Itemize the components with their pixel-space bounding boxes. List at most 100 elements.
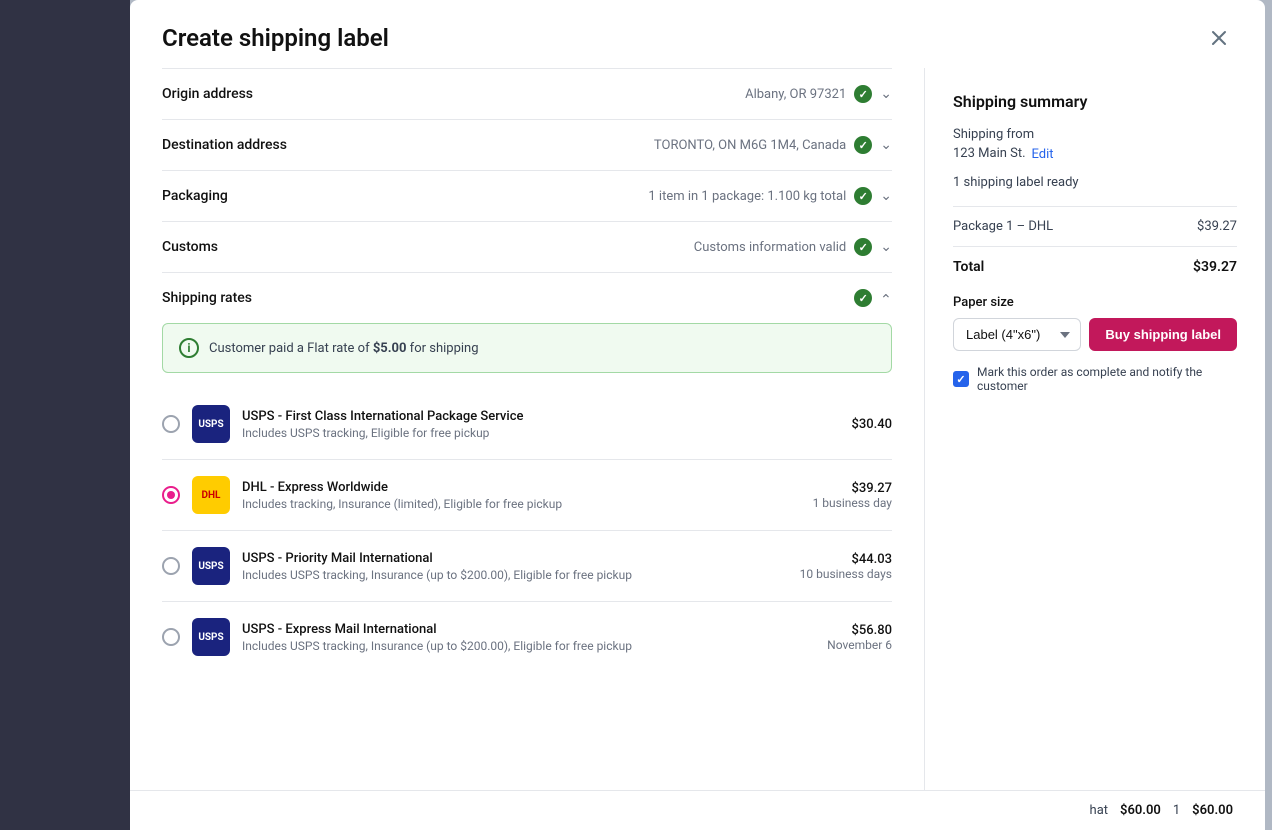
modal-body: Origin address Albany, OR 97321 ⌄ Destin…	[130, 68, 1265, 790]
carrier-logo-2: USPS	[192, 547, 230, 585]
bottom-price-2: $60.00	[1192, 803, 1233, 818]
carrier-logo-1: DHL	[192, 476, 230, 514]
rate-time-1: 1 business day	[813, 496, 892, 510]
rate-info-3: USPS - Express Mail International Include…	[242, 622, 815, 653]
rate-price-2: $44.03	[800, 552, 892, 567]
customs-check-icon	[854, 238, 872, 256]
shipping-rates-section: Shipping rates ⌄ i Customer paid a Flat …	[162, 272, 892, 672]
flat-rate-text: Customer paid a Flat rate of $5.00 for s…	[209, 341, 479, 356]
left-panel: Origin address Albany, OR 97321 ⌄ Destin…	[130, 68, 925, 790]
carrier-logo-0: USPS	[192, 405, 230, 443]
rate-radio-3[interactable]	[162, 628, 180, 646]
rate-option[interactable]: DHL DHL - Express Worldwide Includes track…	[162, 459, 892, 530]
rate-name-0: USPS - First Class International Package…	[242, 409, 839, 424]
rate-price-3: $56.80	[827, 623, 892, 638]
rate-price-block-0: $30.40	[851, 417, 892, 432]
origin-address-label: Origin address	[162, 86, 253, 102]
notify-customer-checkbox[interactable]	[953, 371, 969, 387]
flat-rate-amount: $5.00	[373, 341, 407, 356]
rate-radio-1[interactable]	[162, 486, 180, 504]
bottom-bar: hat $60.00 1 $60.00	[130, 790, 1265, 830]
summary-ready-text: 1 shipping label ready	[953, 175, 1237, 190]
buy-shipping-label-button[interactable]: Buy shipping label	[1089, 318, 1237, 351]
destination-address-accordion: Destination address TORONTO, ON M6G 1M4,…	[162, 119, 892, 170]
rate-price-block-3: $56.80November 6	[827, 623, 892, 652]
rate-desc-1: Includes tracking, Insurance (limited), …	[242, 497, 801, 511]
customs-header[interactable]: Customs Customs information valid ⌄	[162, 222, 892, 272]
rate-radio-2[interactable]	[162, 557, 180, 575]
packaging-accordion: Packaging 1 item in 1 package: 1.100 kg …	[162, 170, 892, 221]
close-button[interactable]	[1205, 24, 1233, 52]
destination-address-header[interactable]: Destination address TORONTO, ON M6G 1M4,…	[162, 120, 892, 170]
summary-address: 123 Main St.	[953, 146, 1026, 161]
rate-name-3: USPS - Express Mail International	[242, 622, 815, 637]
modal-header: Create shipping label	[130, 0, 1265, 68]
bottom-quantity: 1	[1173, 803, 1180, 818]
notify-customer-label: Mark this order as complete and notify t…	[977, 365, 1237, 393]
bottom-item-name: hat	[1090, 803, 1108, 818]
customs-right: Customs information valid ⌄	[694, 238, 892, 256]
rate-radio-0[interactable]	[162, 415, 180, 433]
rate-name-1: DHL - Express Worldwide	[242, 480, 801, 495]
summary-total-price: $39.27	[1193, 259, 1237, 275]
paper-size-label: Paper size	[953, 295, 1237, 310]
summary-package-row: Package 1 – DHL $39.27	[953, 219, 1237, 234]
packaging-header[interactable]: Packaging 1 item in 1 package: 1.100 kg …	[162, 171, 892, 221]
rate-info-0: USPS - First Class International Package…	[242, 409, 839, 440]
customs-label: Customs	[162, 239, 218, 255]
origin-address-value: Albany, OR 97321	[745, 87, 846, 102]
destination-address-label: Destination address	[162, 137, 287, 153]
summary-package-price: $39.27	[1197, 219, 1237, 234]
packaging-value: 1 item in 1 package: 1.100 kg total	[648, 189, 846, 204]
bottom-price-1: $60.00	[1120, 803, 1161, 818]
rate-price-1: $39.27	[813, 481, 892, 496]
packaging-check-icon	[854, 187, 872, 205]
edit-address-link[interactable]: Edit	[1032, 147, 1054, 162]
destination-chevron-icon: ⌄	[880, 137, 892, 153]
shipping-rates-controls: ⌄	[854, 289, 892, 307]
origin-check-icon	[854, 85, 872, 103]
customs-value: Customs information valid	[694, 240, 847, 255]
close-icon	[1209, 28, 1229, 48]
rate-info-2: USPS - Priority Mail InternationalInclud…	[242, 551, 788, 582]
summary-divider-2	[953, 246, 1237, 247]
summary-divider-1	[953, 206, 1237, 207]
rate-price-0: $30.40	[851, 417, 892, 432]
packaging-label: Packaging	[162, 188, 228, 204]
info-icon: i	[179, 338, 199, 358]
destination-check-icon	[854, 136, 872, 154]
shipping-rates-header[interactable]: Shipping rates ⌄	[162, 273, 892, 323]
origin-address-header[interactable]: Origin address Albany, OR 97321 ⌄	[162, 69, 892, 119]
shipping-rates-check-icon	[854, 289, 872, 307]
rate-info-1: DHL - Express Worldwide Includes tracking…	[242, 480, 801, 511]
summary-title: Shipping summary	[953, 92, 1237, 111]
rate-price-block-1: $39.271 business day	[813, 481, 892, 510]
paper-size-section: Paper size Label (4"x6") Letter (8.5"x11…	[953, 295, 1237, 393]
summary-package-label: Package 1 – DHL	[953, 219, 1053, 234]
shipping-rates-chevron-icon: ⌄	[880, 290, 892, 306]
rate-option[interactable]: USPS USPS - Priority Mail InternationalIn…	[162, 530, 892, 601]
customs-chevron-icon: ⌄	[880, 239, 892, 255]
rate-price-block-2: $44.0310 business days	[800, 552, 892, 581]
rate-desc-3: Includes USPS tracking, Insurance (up to…	[242, 639, 815, 653]
rate-time-3: November 6	[827, 638, 892, 652]
rate-time-2: 10 business days	[800, 567, 892, 581]
shipping-rates-title: Shipping rates	[162, 290, 252, 306]
summary-total-label: Total	[953, 259, 984, 275]
right-panel: Shipping summary Shipping from 123 Main …	[925, 68, 1265, 790]
sidebar	[0, 0, 130, 830]
carrier-logo-3: USPS	[192, 618, 230, 656]
summary-total-row: Total $39.27	[953, 259, 1237, 275]
origin-address-right: Albany, OR 97321 ⌄	[745, 85, 892, 103]
notify-customer-row: Mark this order as complete and notify t…	[953, 365, 1237, 393]
rate-option[interactable]: USPS USPS - Express Mail International Inc…	[162, 601, 892, 672]
modal-container: Create shipping label Origin address Alb…	[130, 0, 1265, 830]
paper-size-select[interactable]: Label (4"x6") Letter (8.5"x11")	[953, 318, 1081, 351]
customs-accordion: Customs Customs information valid ⌄	[162, 221, 892, 272]
rate-name-2: USPS - Priority Mail International	[242, 551, 788, 566]
flat-rate-banner: i Customer paid a Flat rate of $5.00 for…	[162, 323, 892, 373]
rate-option[interactable]: USPS USPS - First Class International Pac…	[162, 389, 892, 459]
rates-list: USPS USPS - First Class International Pac…	[162, 389, 892, 672]
packaging-right: 1 item in 1 package: 1.100 kg total ⌄	[648, 187, 892, 205]
destination-address-value: TORONTO, ON M6G 1M4, Canada	[654, 138, 846, 153]
